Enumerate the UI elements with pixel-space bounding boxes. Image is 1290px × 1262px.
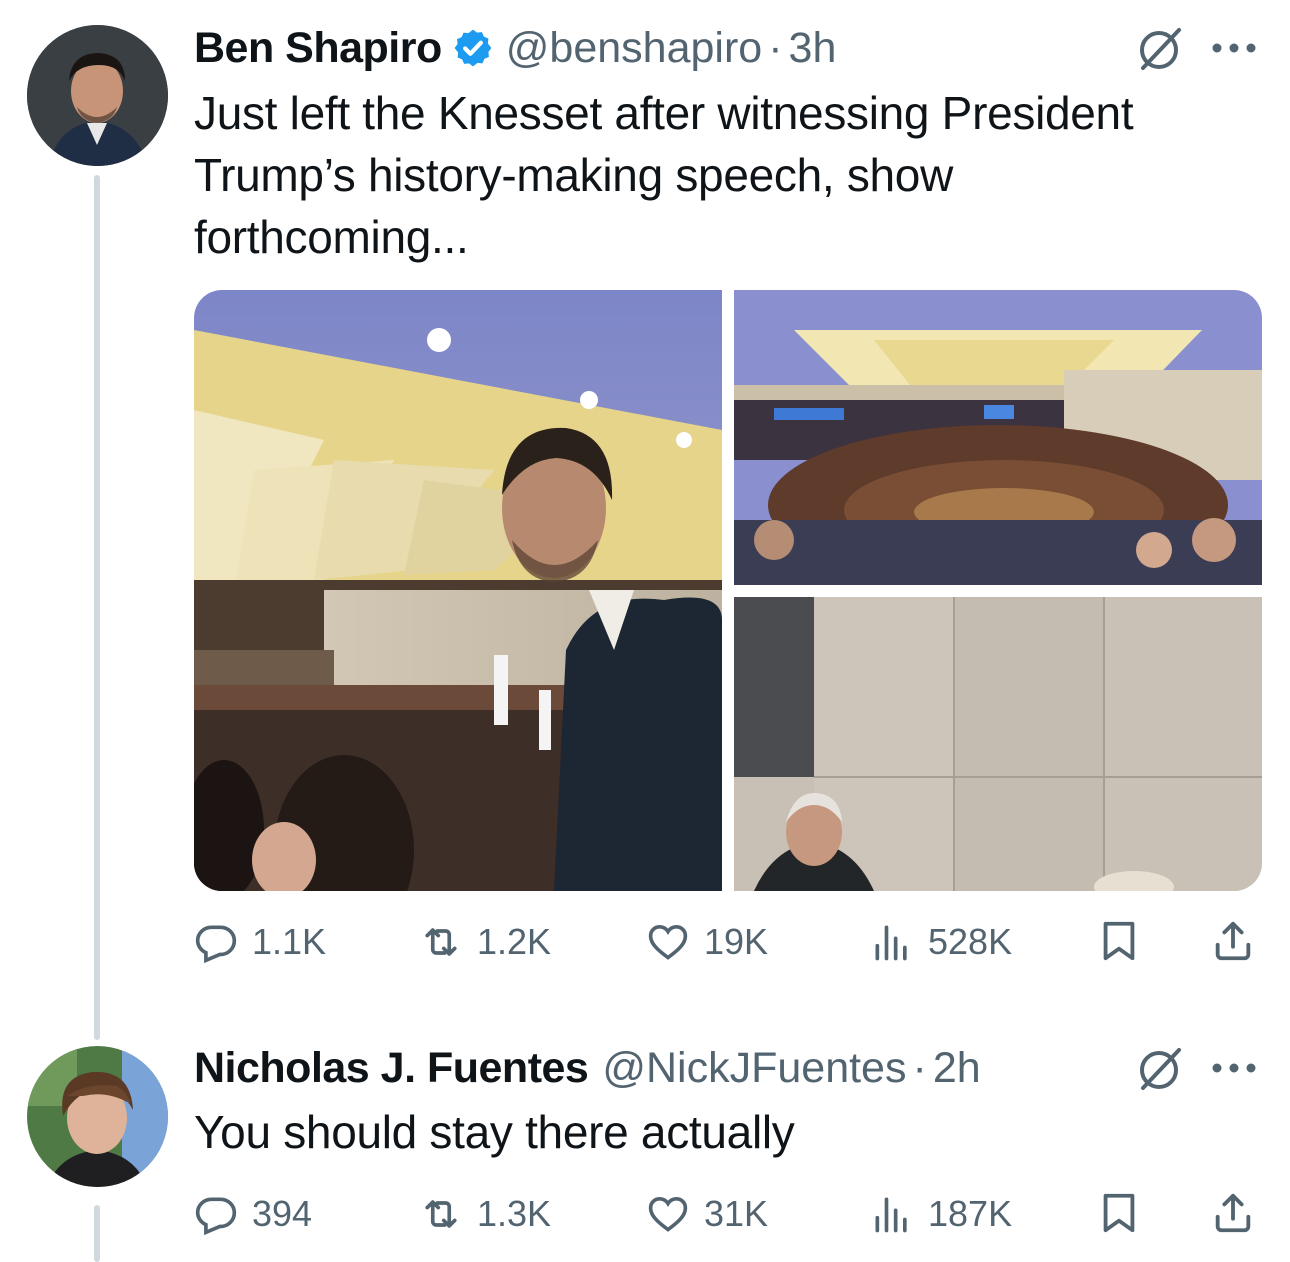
media-photo-wall[interactable]: [734, 597, 1262, 891]
reply-count: 1.1K: [252, 921, 327, 962]
like-count: 19K: [704, 921, 769, 962]
share-icon: [1215, 921, 1251, 961]
like-button[interactable]: 31K: [646, 1188, 768, 1240]
views-button[interactable]: 187K: [870, 1188, 1012, 1240]
share-button[interactable]: [1210, 918, 1256, 969]
bookmark-icon: [1103, 921, 1135, 961]
separator-dot: ·: [768, 24, 783, 72]
views-count: 187K: [928, 1193, 1013, 1234]
repost-count: 1.2K: [477, 921, 552, 962]
author-name[interactable]: Nicholas J. Fuentes: [194, 1040, 589, 1096]
timestamp[interactable]: 3h: [789, 20, 837, 76]
bookmark-button[interactable]: [1096, 1190, 1142, 1241]
repost-count: 1.3K: [477, 1193, 552, 1234]
tweet-header: Ben Shapiro @benshapiro · 3h: [194, 20, 836, 76]
like-count: 31K: [704, 1193, 769, 1234]
reply-icon: [195, 1197, 237, 1236]
grok-icon[interactable]: [1135, 1044, 1185, 1094]
views-icon: [875, 1197, 907, 1233]
author-handle[interactable]: @NickJFuentes: [602, 1040, 906, 1096]
grok-icon[interactable]: [1135, 24, 1185, 74]
reply-count: 394: [252, 1193, 313, 1234]
thread-line: [94, 1205, 100, 1262]
avatar[interactable]: [27, 25, 168, 166]
tweet-actions: 1.1K 1.2K 19K 528K: [194, 916, 1260, 968]
timestamp[interactable]: 2h: [933, 1040, 981, 1096]
bookmark-icon: [1103, 1193, 1135, 1233]
thread-line: [94, 175, 100, 1040]
media-photo-selfie[interactable]: [194, 290, 722, 891]
repost-button[interactable]: 1.2K: [419, 916, 551, 968]
share-icon: [1215, 1193, 1251, 1233]
tweet-text: You should stay there actually: [194, 1106, 795, 1158]
more-icon[interactable]: [1208, 38, 1260, 58]
views-count: 528K: [928, 921, 1013, 962]
author-handle[interactable]: @benshapiro: [506, 20, 762, 76]
reply-button[interactable]: 1.1K: [194, 916, 326, 968]
bookmark-button[interactable]: [1096, 918, 1142, 969]
tweet-nicholas-fuentes[interactable]: Nicholas J. Fuentes @NickJFuentes · 2h Y…: [0, 1040, 1290, 1262]
more-icon[interactable]: [1208, 1058, 1260, 1078]
media-photo-chamber[interactable]: [734, 290, 1262, 585]
tweet-text-line: Trump’s history-making speech, show: [194, 149, 954, 201]
author-name[interactable]: Ben Shapiro: [194, 20, 442, 76]
reply-button[interactable]: 394: [194, 1188, 312, 1240]
heart-icon: [648, 1196, 688, 1232]
tweet-actions: 394 1.3K 31K 187K: [194, 1188, 1260, 1240]
tweet-text-line: Just left the Knesset after witnessing P…: [194, 87, 1134, 139]
heart-icon: [648, 924, 688, 960]
avatar[interactable]: [27, 1046, 168, 1187]
repost-button[interactable]: 1.3K: [419, 1188, 551, 1240]
repost-icon: [425, 1200, 457, 1228]
views-icon: [875, 925, 907, 961]
tweet-text: Just left the Knesset after witnessing P…: [194, 82, 1254, 268]
repost-icon: [425, 928, 457, 956]
reply-icon: [195, 925, 237, 964]
tweet-text-line: forthcoming...: [194, 211, 469, 263]
tweet-header: Nicholas J. Fuentes @NickJFuentes · 2h: [194, 1040, 981, 1096]
like-button[interactable]: 19K: [646, 916, 768, 968]
views-button[interactable]: 528K: [870, 916, 1012, 968]
separator-dot: ·: [912, 1044, 927, 1092]
media-grid: [194, 290, 1262, 891]
share-button[interactable]: [1210, 1190, 1256, 1241]
tweet-ben-shapiro[interactable]: Ben Shapiro @benshapiro · 3h Just left t…: [0, 0, 1290, 1040]
verified-badge-icon: [454, 29, 492, 67]
